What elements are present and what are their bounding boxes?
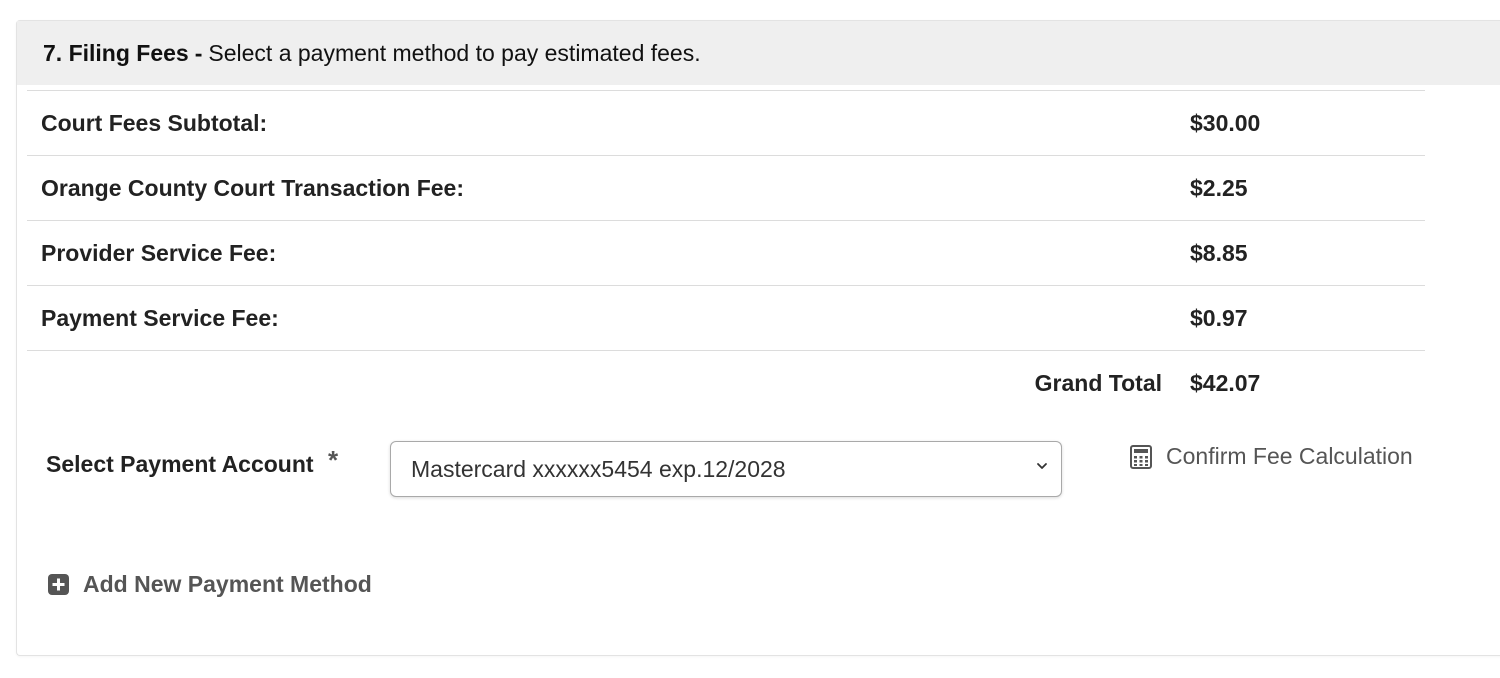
payment-account-row: Select Payment Account * Mastercard xxxx… xyxy=(46,441,1426,501)
fee-row-transaction-fee: Orange County Court Transaction Fee: $2.… xyxy=(27,155,1425,221)
fee-row-payment-service-fee: Payment Service Fee: $0.97 xyxy=(27,285,1425,351)
add-new-payment-method-button[interactable]: Add New Payment Method xyxy=(48,571,372,598)
fee-amount: $8.85 xyxy=(1190,220,1425,286)
fees-table: Court Fees Subtotal: $30.00 Orange Count… xyxy=(27,90,1425,415)
required-marker: * xyxy=(328,445,339,475)
confirm-fee-calculation-label: Confirm Fee Calculation xyxy=(1166,443,1413,469)
confirm-fee-calculation-button[interactable]: Confirm Fee Calculation xyxy=(1130,443,1413,470)
payment-account-label: Select Payment Account xyxy=(46,451,314,477)
grand-total-row: Grand Total $42.07 xyxy=(27,351,1425,416)
fee-amount: $2.25 xyxy=(1190,155,1425,221)
section-description: Select a payment method to pay estimated… xyxy=(208,39,701,66)
fee-amount: $0.97 xyxy=(1190,285,1425,351)
grand-total-label: Grand Total xyxy=(1034,369,1162,396)
fee-label: Orange County Court Transaction Fee: xyxy=(27,155,1190,221)
fee-label: Payment Service Fee: xyxy=(27,285,1190,351)
fee-label: Provider Service Fee: xyxy=(27,220,1190,286)
chevron-down-icon xyxy=(1037,463,1047,469)
section-title-separator: - xyxy=(194,39,203,66)
panel-heading: 7. Filing Fees - Select a payment method… xyxy=(17,21,1500,85)
grand-total-amount: $42.07 xyxy=(1190,369,1261,396)
section-title: 7. Filing Fees xyxy=(43,39,189,66)
payment-account-select[interactable]: Mastercard xxxxxx5454 exp.12/2028 xyxy=(390,441,1062,497)
calculator-icon xyxy=(1130,444,1152,469)
add-new-payment-method-label: Add New Payment Method xyxy=(83,571,372,597)
plus-square-icon xyxy=(48,574,69,595)
fee-row-court-fees: Court Fees Subtotal: $30.00 xyxy=(27,90,1425,156)
fee-row-provider-service-fee: Provider Service Fee: $8.85 xyxy=(27,220,1425,286)
fee-amount: $30.00 xyxy=(1190,90,1425,156)
selected-payment-account: Mastercard xxxxxx5454 exp.12/2028 xyxy=(411,455,786,482)
fee-label: Court Fees Subtotal: xyxy=(27,90,1190,156)
